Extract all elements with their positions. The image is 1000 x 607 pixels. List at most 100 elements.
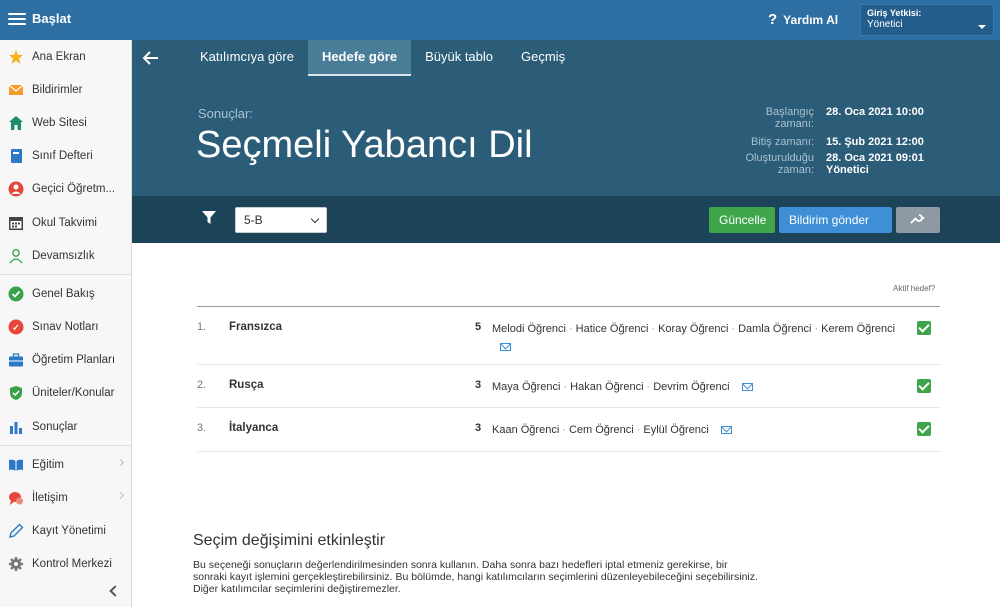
sidebar-item-okul-takvimi[interactable]: Okul Takvimi xyxy=(0,206,131,239)
toolbar: 5-B Güncelle Bildirim gönder xyxy=(132,196,1000,249)
mail-icon[interactable] xyxy=(500,342,511,351)
sidebar-item-ana-ekran[interactable]: Ana Ekran xyxy=(0,40,131,73)
goal-name: İtalyanca xyxy=(229,422,279,434)
gear-icon xyxy=(8,556,24,572)
sidebar-item-egitim[interactable]: Eğitim xyxy=(0,448,131,481)
participant-link[interactable]: Eylül Öğrenci xyxy=(643,424,708,436)
results-header: Katılımcıya göre Hedefe göre Büyük tablo… xyxy=(132,40,1000,196)
sidebar-item-label: Geçici Öğretm... xyxy=(32,183,116,196)
sidebar-item-sinif-defteri[interactable]: Sınıf Defteri xyxy=(0,140,131,173)
sidebar-item-label: Kayıt Yönetimi xyxy=(32,525,106,538)
participant-link[interactable]: Cem Öğrenci xyxy=(569,424,634,436)
home-icon xyxy=(8,115,24,131)
send-notification-label: Bildirim gönder xyxy=(789,213,870,227)
participant-count: 3 xyxy=(475,379,482,391)
chevron-down-icon xyxy=(310,214,320,224)
shield-check-icon xyxy=(8,385,24,401)
mail-icon[interactable] xyxy=(720,426,732,435)
sidebar-item-gecici-ogretmen[interactable]: Geçici Öğretm... xyxy=(0,173,131,206)
back-arrow-icon[interactable] xyxy=(142,49,162,69)
meta-key: Oluşturulduğu zaman: xyxy=(745,152,815,176)
role-selector[interactable]: Giriş Yetkisi: Yönetici xyxy=(860,4,994,36)
participant-link[interactable]: Hakan Öğrenci xyxy=(570,381,643,393)
active-goal-header: Aktif hedef? xyxy=(893,284,936,293)
participant-list: Melodi Öğrenci · Hatice Öğrenci · Koray Öğre… xyxy=(492,321,904,353)
section-heading: Seçim değişimini etkinleştir xyxy=(193,532,386,549)
tab-hedefe-gore[interactable]: Hedefe göre xyxy=(307,40,412,76)
sidebar-item-uniteler-konular[interactable]: Üniteler/Konular xyxy=(0,377,131,410)
role-label: Giriş Yetkisi: xyxy=(867,8,922,18)
mail-icon[interactable] xyxy=(741,383,753,392)
user-outline-icon xyxy=(8,248,24,264)
sidebar-item-ogretim-planlari[interactable]: Öğretim Planları xyxy=(0,344,131,377)
question-icon: ? xyxy=(768,11,778,28)
sidebar-item-iletisim[interactable]: İletişim xyxy=(0,481,131,514)
book-icon xyxy=(8,457,24,473)
participant-link[interactable]: Kaan Öğrenci xyxy=(492,424,559,436)
person-icon xyxy=(8,181,24,197)
chevron-right-icon xyxy=(116,459,125,467)
chat-icon xyxy=(8,490,24,506)
help-button[interactable]: ? Yardım Al xyxy=(768,11,838,28)
tab-katilimciya-gore[interactable]: Katılımcıya göre xyxy=(186,40,308,76)
sidebar-item-devamsizlik[interactable]: Devamsızlık xyxy=(0,239,131,272)
sidebar-item-label: Sınav Notları xyxy=(32,321,99,334)
meta-info: Başlangıç zamanı: 28. Oca 2021 10:00 Bit… xyxy=(732,106,936,176)
sidebar: Ana Ekran Bildirimler Web Sitesi Sınıf D… xyxy=(0,40,132,607)
sidebar-divider xyxy=(0,274,131,276)
caret-down-icon xyxy=(795,244,803,249)
sidebar-item-label: Ana Ekran xyxy=(32,50,86,63)
update-button[interactable]: Güncelle xyxy=(709,207,775,233)
sidebar-item-sinav-notlari[interactable]: ✓ Sınav Notları xyxy=(0,311,131,344)
page-title: Seçmeli Yabancı Dil xyxy=(196,124,533,166)
top-bar: Başlat ? Yardım Al Giriş Yetkisi: Yönetic… xyxy=(0,0,1000,40)
tab-gecmis[interactable]: Geçmiş xyxy=(507,40,579,76)
sidebar-item-label: Öğretim Planları xyxy=(32,354,116,367)
participant-list: Maya Öğrenci · Hakan Öğrenci · Devrim Öğrenc… xyxy=(492,379,904,395)
class-select-value: 5-B xyxy=(244,213,263,227)
sidebar-item-label: Üniteler/Konular xyxy=(32,387,115,400)
sidebar-item-label: Genel Bakış xyxy=(32,287,95,300)
list-item: 3. İtalyanca 3 Kaan Öğrenci · Cem Öğrenci ·… xyxy=(197,408,940,452)
participant-link[interactable]: Koray Öğrenci xyxy=(658,323,728,335)
active-checkbox[interactable] xyxy=(917,321,931,335)
sidebar-item-kontrol-merkezi[interactable]: Kontrol Merkezi xyxy=(0,548,131,581)
active-checkbox[interactable] xyxy=(917,379,931,393)
meta-key: Bitiş zamanı: xyxy=(751,136,814,148)
page-subtitle: Sonuçlar: xyxy=(198,106,253,121)
sidebar-item-label: Okul Takvimi xyxy=(32,216,97,229)
brand-title[interactable]: Başlat xyxy=(32,11,71,26)
star-icon xyxy=(8,49,24,65)
sidebar-item-label: Kontrol Merkezi xyxy=(32,558,112,571)
participant-link[interactable]: Kerem Öğrenci xyxy=(821,323,895,335)
goal-name: Fransızca xyxy=(229,321,283,333)
check-circle-icon xyxy=(8,286,24,302)
participant-link[interactable]: Maya Öğrenci xyxy=(492,381,560,393)
meta-value: 28. Oca 2021 10:00 xyxy=(826,106,924,118)
participant-link[interactable]: Melodi Öğrenci xyxy=(492,323,566,335)
tab-buyuk-tablo[interactable]: Büyük tablo xyxy=(411,40,507,76)
participant-link[interactable]: Damla Öğrenci xyxy=(738,323,811,335)
active-checkbox[interactable] xyxy=(917,422,931,436)
briefcase-icon xyxy=(8,352,24,368)
sidebar-item-label: Sınıf Defteri xyxy=(32,150,93,163)
sidebar-item-web-sitesi[interactable]: Web Sitesi xyxy=(0,106,131,139)
wrench-icon xyxy=(910,213,926,227)
meta-key: Başlangıç zamanı: xyxy=(765,106,814,130)
hamburger-menu-icon[interactable] xyxy=(8,10,28,30)
bar-chart-icon xyxy=(8,419,24,435)
send-notification-button[interactable]: Bildirim gönder xyxy=(779,207,892,249)
sidebar-item-kayit-yonetimi[interactable]: Kayıt Yönetimi xyxy=(0,515,131,548)
sidebar-item-bildirimler[interactable]: Bildirimler xyxy=(0,73,131,106)
sidebar-item-genel-bakis[interactable]: Genel Bakış xyxy=(0,277,131,310)
notebook-icon xyxy=(8,148,24,164)
participant-link[interactable]: Devrim Öğrenci xyxy=(653,381,729,393)
participant-link[interactable]: Hatice Öğrenci xyxy=(576,323,649,335)
collapse-sidebar-icon[interactable] xyxy=(109,585,121,597)
class-select[interactable]: 5-B xyxy=(235,207,327,233)
tools-button[interactable] xyxy=(896,207,940,233)
tab-bar: Katılımcıya göre Hedefe göre Büyük tablo… xyxy=(186,40,579,76)
filter-icon[interactable] xyxy=(202,211,216,225)
sidebar-item-sonuclar[interactable]: Sonuçlar xyxy=(0,410,131,443)
chevron-right-icon xyxy=(116,492,125,500)
